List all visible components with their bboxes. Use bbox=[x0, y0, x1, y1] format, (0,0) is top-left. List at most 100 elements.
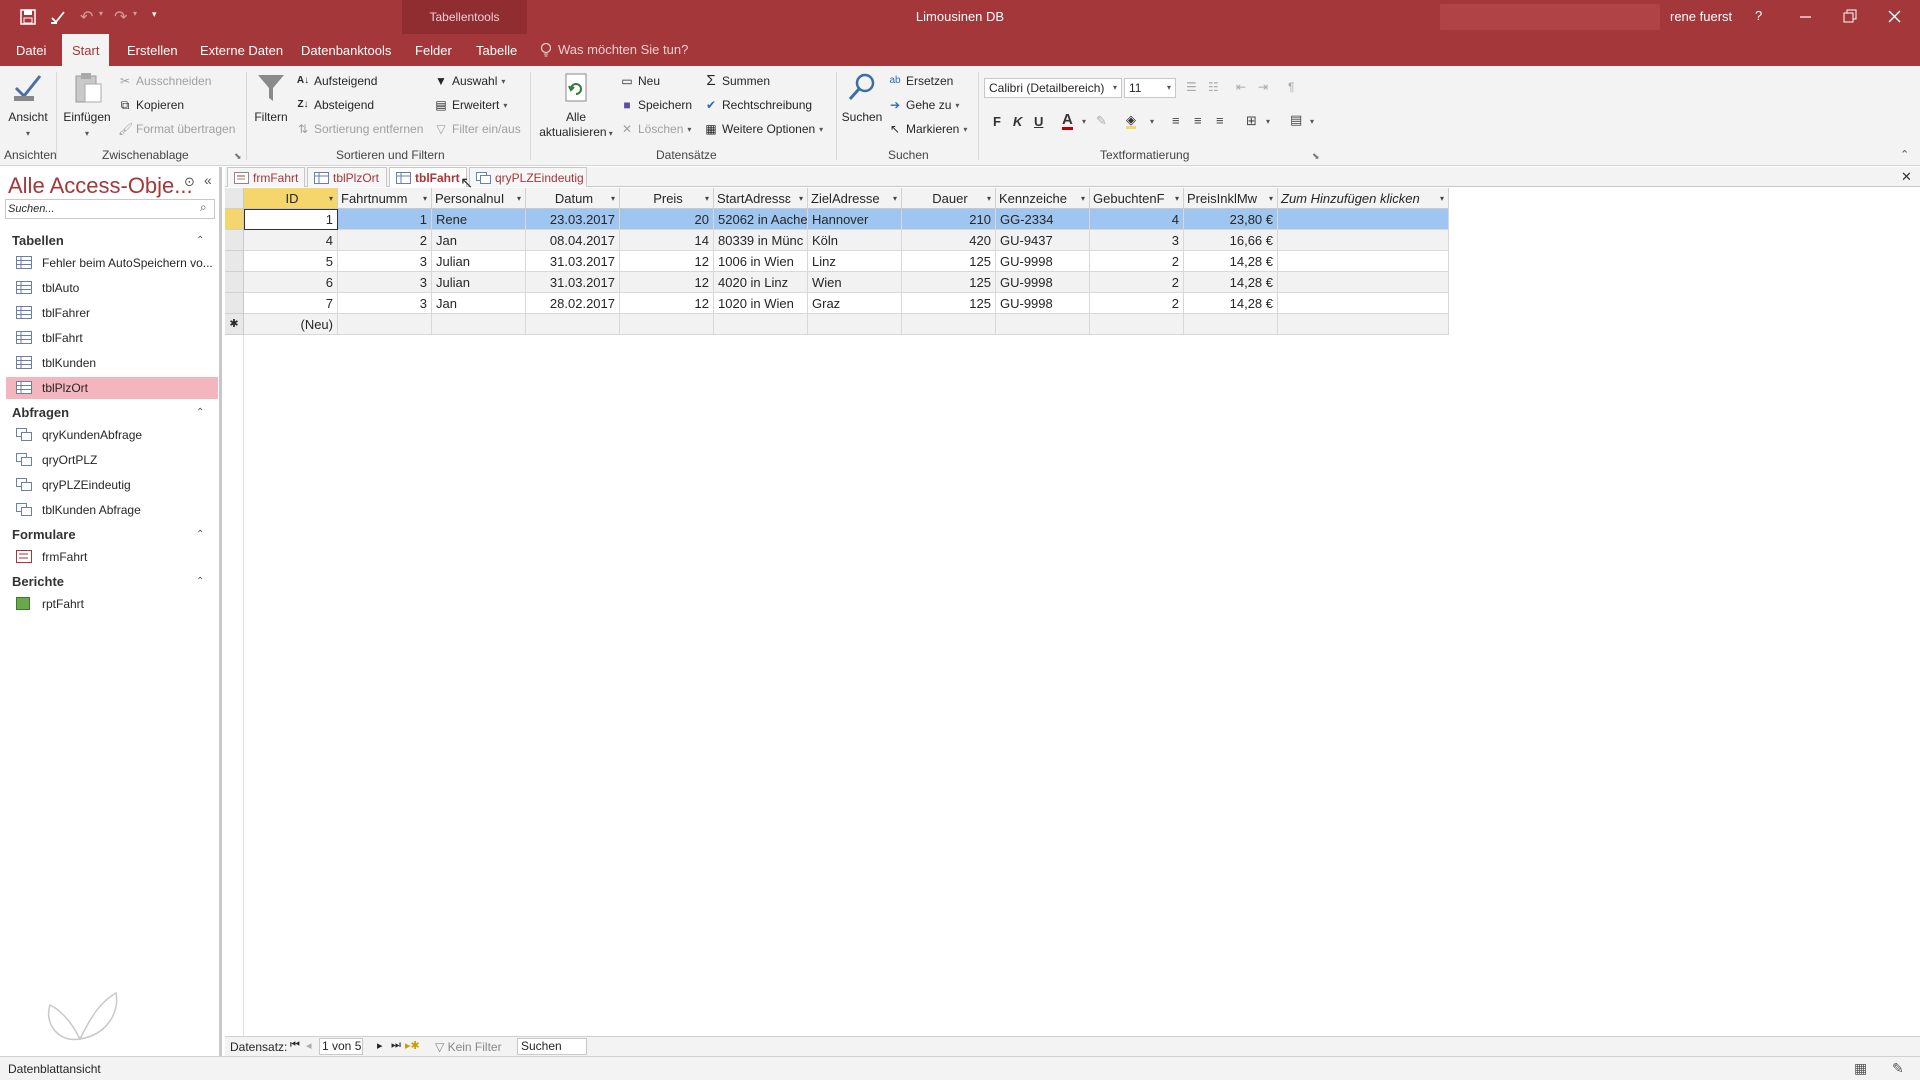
search-icon[interactable]: ⌕ bbox=[200, 200, 207, 215]
nav-item-tblkunden[interactable]: tblKunden bbox=[6, 352, 218, 374]
alternate-row-color-dropdown-icon[interactable]: ▾ bbox=[1310, 117, 1314, 126]
underline-button[interactable]: U bbox=[1034, 114, 1043, 129]
alternate-row-color-icon[interactable]: ▤ bbox=[1290, 112, 1302, 128]
toggle-filter-button[interactable]: ▽ Filter ein/aus bbox=[434, 122, 520, 136]
table-cell[interactable] bbox=[1278, 272, 1449, 293]
column-header-fahrtnumm[interactable]: Fahrtnumm ▾ bbox=[338, 188, 432, 209]
doc-tab-tblfahrt[interactable]: tblFahrt bbox=[389, 167, 467, 187]
table-cell[interactable] bbox=[996, 314, 1090, 335]
user-name[interactable]: rene fuerst bbox=[1670, 9, 1732, 24]
datasheet-view-icon[interactable]: ▦ bbox=[1854, 1060, 1867, 1077]
table-cell[interactable] bbox=[1278, 314, 1449, 335]
collapse-ribbon-icon[interactable]: ⌃ bbox=[1900, 148, 1909, 161]
column-header-datum[interactable]: Datum ▾ bbox=[526, 188, 620, 209]
column-dropdown-icon[interactable]: ▾ bbox=[329, 188, 333, 208]
nav-item-tblauto[interactable]: tblAuto bbox=[6, 277, 218, 299]
column-dropdown-icon[interactable]: ▾ bbox=[1440, 188, 1444, 208]
table-cell[interactable]: Rene bbox=[432, 209, 526, 230]
section-collapse-icon[interactable]: ⌃ bbox=[196, 407, 204, 418]
table-cell[interactable]: 16,66 € bbox=[1184, 230, 1278, 251]
tab-datenbanktools[interactable]: Datenbanktools bbox=[291, 34, 401, 66]
doc-tab-tblplzort[interactable]: tblPlzOrt bbox=[307, 167, 387, 187]
table-cell[interactable]: 2 bbox=[1090, 272, 1184, 293]
qat-customize-icon[interactable]: ▾ bbox=[152, 9, 157, 20]
row-selector[interactable] bbox=[225, 209, 244, 230]
delete-record-button[interactable]: ✕ Löschen ▾ bbox=[620, 122, 691, 136]
highlight-icon[interactable]: ✎ bbox=[1096, 113, 1107, 129]
column-dropdown-icon[interactable]: ▾ bbox=[987, 188, 991, 208]
table-cell[interactable]: 2 bbox=[338, 230, 432, 251]
format-painter-button[interactable]: 🖌 Format übertragen bbox=[118, 122, 235, 136]
column-header-kennzeiche[interactable]: Kennzeiche ▾ bbox=[996, 188, 1090, 209]
table-cell[interactable]: 31.03.2017 bbox=[526, 272, 620, 293]
font-color-dropdown-icon[interactable]: ▾ bbox=[1082, 117, 1086, 126]
gridlines-dropdown-icon[interactable]: ▾ bbox=[1266, 117, 1270, 126]
table-cell[interactable]: 1 bbox=[338, 209, 432, 230]
new-row-cell[interactable]: (Neu) bbox=[244, 314, 338, 335]
table-cell[interactable] bbox=[714, 314, 808, 335]
bullet-list-icon[interactable]: ☰ bbox=[1186, 80, 1197, 94]
totals-button[interactable]: Σ Summen bbox=[704, 73, 770, 88]
nav-item-tblfahrt[interactable]: tblFahrt bbox=[6, 327, 218, 349]
view-button[interactable]: Ansicht ▾ bbox=[6, 72, 50, 141]
nav-item-frmfahrt[interactable]: frmFahrt bbox=[6, 546, 218, 568]
save-icon[interactable] bbox=[20, 9, 36, 25]
table-cell[interactable]: 3 bbox=[338, 251, 432, 272]
redo-dropdown-icon[interactable]: ▾ bbox=[133, 9, 137, 18]
table-cell[interactable] bbox=[808, 314, 902, 335]
table-cell[interactable]: Linz bbox=[808, 251, 902, 272]
italic-button[interactable]: K bbox=[1013, 114, 1022, 129]
id-cell[interactable]: 5 bbox=[244, 251, 338, 272]
table-cell[interactable]: 12 bbox=[620, 272, 714, 293]
record-search-input[interactable]: Suchen bbox=[517, 1038, 587, 1055]
tab-tabelle[interactable]: Tabelle bbox=[466, 34, 527, 66]
copy-button[interactable]: ⧉ Kopieren bbox=[118, 98, 184, 112]
table-cell[interactable]: 125 bbox=[902, 272, 996, 293]
refresh-all-button[interactable]: Alle aktualisieren ▾ bbox=[536, 72, 616, 141]
section-collapse-icon[interactable]: ⌃ bbox=[196, 235, 204, 246]
table-cell[interactable]: Julian bbox=[432, 251, 526, 272]
nav-item-tblplzort[interactable]: tblPlzOrt bbox=[6, 377, 218, 399]
row-selector[interactable] bbox=[225, 272, 244, 293]
column-dropdown-icon[interactable]: ▾ bbox=[893, 188, 897, 208]
row-selector[interactable] bbox=[225, 293, 244, 314]
first-record-icon[interactable]: ⏮ bbox=[290, 1039, 300, 1052]
table-cell[interactable]: GU-9998 bbox=[996, 293, 1090, 314]
column-header-zum-hinzuf-gen-klicken[interactable]: Zum Hinzufügen klicken ▾ bbox=[1278, 188, 1449, 209]
numbered-list-icon[interactable]: ☷ bbox=[1208, 80, 1219, 94]
nav-item-tblfahrer[interactable]: tblFahrer bbox=[6, 302, 218, 324]
gridlines-icon[interactable]: ⊞ bbox=[1246, 113, 1257, 129]
column-header-startadress[interactable]: StartAdressɛ ▾ bbox=[714, 188, 808, 209]
table-cell[interactable] bbox=[526, 314, 620, 335]
sort-ascending-button[interactable]: A↓ Aufsteigend bbox=[296, 74, 378, 88]
redo-icon[interactable]: ↷ bbox=[114, 7, 127, 27]
column-dropdown-icon[interactable]: ▾ bbox=[705, 188, 709, 208]
nav-section-berichte[interactable]: Berichte bbox=[12, 574, 64, 589]
nav-item-qryplzeindeutig[interactable]: qryPLZEindeutig bbox=[6, 474, 218, 496]
table-cell[interactable]: GU-9998 bbox=[996, 272, 1090, 293]
tab-felder[interactable]: Felder bbox=[405, 34, 462, 66]
no-filter-button[interactable]: ▽ Kein Filter bbox=[435, 1040, 502, 1054]
align-right-icon[interactable]: ≡ bbox=[1216, 113, 1224, 128]
table-cell[interactable]: 20 bbox=[620, 209, 714, 230]
select-all-corner[interactable] bbox=[225, 188, 244, 209]
table-cell[interactable] bbox=[1278, 251, 1449, 272]
section-collapse-icon[interactable]: ⌃ bbox=[196, 576, 204, 587]
table-cell[interactable]: 1006 in Wien bbox=[714, 251, 808, 272]
bold-button[interactable]: F bbox=[993, 114, 1001, 129]
filter-button[interactable]: Filtern bbox=[250, 72, 292, 125]
table-cell[interactable]: 08.04.2017 bbox=[526, 230, 620, 251]
table-cell[interactable]: Köln bbox=[808, 230, 902, 251]
indent-increase-icon[interactable]: ⇥ bbox=[1258, 80, 1268, 94]
font-color-icon[interactable]: A bbox=[1062, 112, 1073, 130]
nav-menu-dropdown-icon[interactable]: ⊙ bbox=[184, 174, 195, 190]
table-cell[interactable]: 80339 in Münc bbox=[714, 230, 808, 251]
table-cell[interactable] bbox=[1278, 209, 1449, 230]
table-cell[interactable]: Wien bbox=[808, 272, 902, 293]
column-header-personalnui[interactable]: PersonalnuI ▾ bbox=[432, 188, 526, 209]
align-left-icon[interactable]: ≡ bbox=[1172, 113, 1180, 128]
next-record-icon[interactable]: ▸ bbox=[377, 1039, 383, 1052]
undo-dropdown-icon[interactable]: ▾ bbox=[99, 9, 103, 18]
table-cell[interactable]: 125 bbox=[902, 293, 996, 314]
save-record-button[interactable]: ■ Speichern bbox=[620, 98, 692, 112]
